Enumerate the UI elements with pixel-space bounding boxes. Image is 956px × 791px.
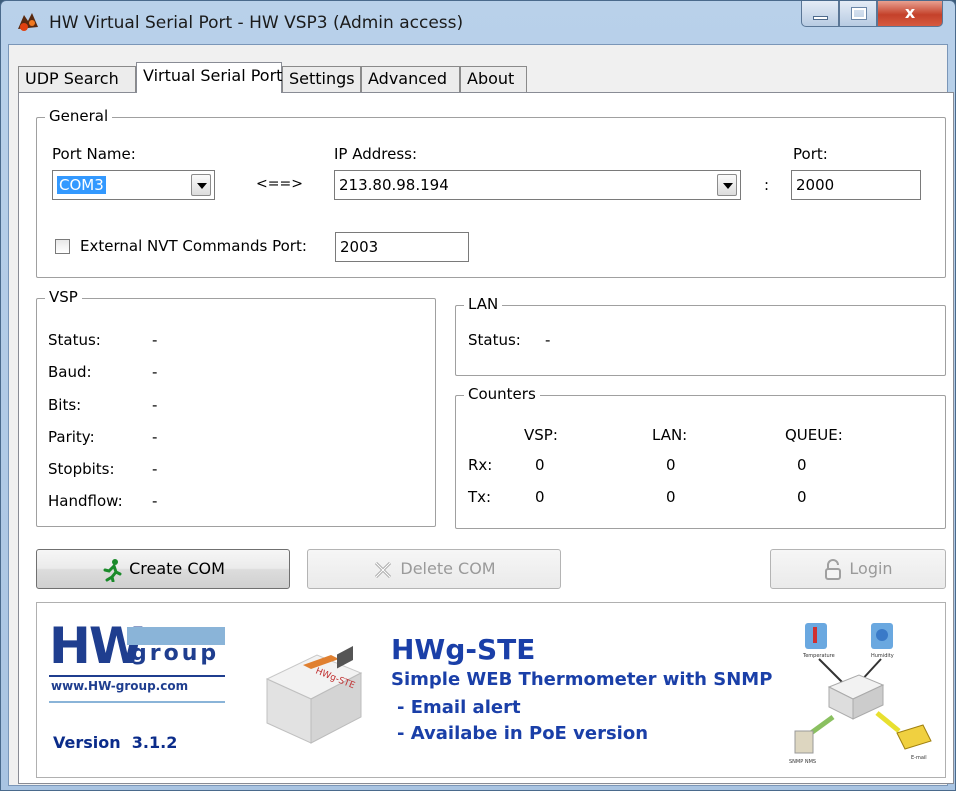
close-button[interactable]: x <box>877 1 943 27</box>
vsp-stopbits-value: - <box>152 460 158 478</box>
counters-rx-lan: 0 <box>666 456 676 474</box>
tab-advanced[interactable]: Advanced <box>361 66 460 92</box>
lan-status-label: Status: <box>468 331 521 349</box>
lan-status-value: - <box>545 331 551 349</box>
counters-group: Counters <box>455 385 946 529</box>
product-subtitle: Simple WEB Thermometer with SNMP <box>391 669 773 690</box>
snmp-icon-label: SNMP NMS <box>789 759 816 765</box>
counters-tx-vsp: 0 <box>535 488 545 506</box>
logo-rule-2 <box>49 701 225 703</box>
general-group-title: General <box>45 107 113 125</box>
vsp-parity-label: Parity: <box>48 428 95 446</box>
nvt-port-input[interactable]: 2003 <box>335 232 469 262</box>
tab-about[interactable]: About <box>460 66 527 92</box>
vsp-status-label: Status: <box>48 331 101 349</box>
port-input[interactable]: 2000 <box>791 170 921 200</box>
vsp-baud-value: - <box>152 363 158 381</box>
counters-group-title: Counters <box>464 385 540 403</box>
temperature-icon-label: Temperature <box>802 653 835 659</box>
external-nvt-label: External NVT Commands Port: <box>80 237 307 255</box>
vsp-stopbits-label: Stopbits: <box>48 460 115 478</box>
network-diagram-image: Temperature Humidity SNMP NMS E-mail <box>789 623 932 765</box>
vsp-bits-label: Bits: <box>48 396 82 414</box>
create-com-label: Create COM <box>129 559 225 578</box>
ip-address-label: IP Address: <box>334 145 418 163</box>
website-text: www.HW-group.com <box>51 679 189 693</box>
vsp-handflow-value: - <box>152 492 158 510</box>
port-label: Port: <box>793 145 828 163</box>
version-text: Version 3.1.2 <box>53 733 178 752</box>
window-title: HW Virtual Serial Port - HW VSP3 (Admin … <box>49 13 464 33</box>
feature-poe: - Availabe in PoE version <box>397 723 649 744</box>
minimize-button[interactable] <box>801 1 839 27</box>
counters-col-queue: QUEUE: <box>785 426 843 444</box>
vsp-parity-value: - <box>152 428 158 446</box>
login-label: Login <box>849 559 893 578</box>
lan-group: LAN <box>455 295 946 376</box>
vsp-bits-value: - <box>152 396 158 414</box>
vsp-baud-label: Baud: <box>48 363 92 381</box>
title-bar[interactable]: HW Virtual Serial Port - HW VSP3 (Admin … <box>1 1 955 45</box>
tab-virtual-serial-port[interactable]: Virtual Serial Port <box>136 62 282 93</box>
vsp-group-title: VSP <box>45 288 82 306</box>
tab-settings[interactable]: Settings <box>282 66 361 92</box>
counters-col-vsp: VSP: <box>524 426 558 444</box>
counters-rx-vsp: 0 <box>535 456 545 474</box>
counters-col-lan: LAN: <box>652 426 688 444</box>
tab-udp-search[interactable]: UDP Search <box>18 66 136 92</box>
app-icon <box>18 13 38 31</box>
delete-com-label: Delete COM <box>400 559 496 578</box>
counters-tx-lan: 0 <box>666 488 676 506</box>
login-button[interactable]: Login <box>770 549 946 589</box>
lock-icon <box>825 558 842 580</box>
running-man-icon <box>103 558 122 582</box>
ip-address-select[interactable]: 213.80.98.194 <box>334 170 741 200</box>
hwg-ste-device-image: HWg-STE <box>265 645 363 744</box>
logo-rule <box>49 675 225 677</box>
chevron-down-icon[interactable] <box>191 174 211 196</box>
feature-email: - Email alert <box>397 697 521 718</box>
lan-group-title: LAN <box>464 295 503 313</box>
humidity-icon-label: Humidity <box>871 653 894 659</box>
external-nvt-checkbox[interactable] <box>55 239 70 254</box>
delete-x-icon <box>375 561 392 578</box>
delete-com-button[interactable]: Delete COM <box>307 549 561 589</box>
ip-address-value: 213.80.98.194 <box>339 176 449 194</box>
minimize-icon <box>813 16 828 20</box>
chevron-down-icon[interactable] <box>717 174 737 196</box>
counters-tx-queue: 0 <box>797 488 807 506</box>
vsp-status-value: - <box>152 331 158 349</box>
mapping-arrow: <==> <box>256 176 303 192</box>
port-name-select[interactable]: COM3 <box>52 170 215 200</box>
email-icon-label: E-mail <box>911 755 927 761</box>
port-name-label: Port Name: <box>52 145 136 163</box>
counters-tx-label: Tx: <box>468 488 492 506</box>
port-name-value: COM3 <box>57 176 106 194</box>
advert-banner[interactable]: HW group www.HW-group.com Version 3.1.2 … <box>36 602 946 778</box>
create-com-button[interactable]: Create COM <box>36 549 290 589</box>
counters-rx-queue: 0 <box>797 456 807 474</box>
maximize-button[interactable] <box>839 1 877 27</box>
counters-rx-label: Rx: <box>468 456 493 474</box>
product-title: HWg-STE <box>391 633 536 666</box>
vsp-handflow-label: Handflow: <box>48 492 123 510</box>
maximize-icon <box>851 7 867 20</box>
group-logo-text: group <box>131 641 220 666</box>
port-separator: : <box>764 176 770 194</box>
